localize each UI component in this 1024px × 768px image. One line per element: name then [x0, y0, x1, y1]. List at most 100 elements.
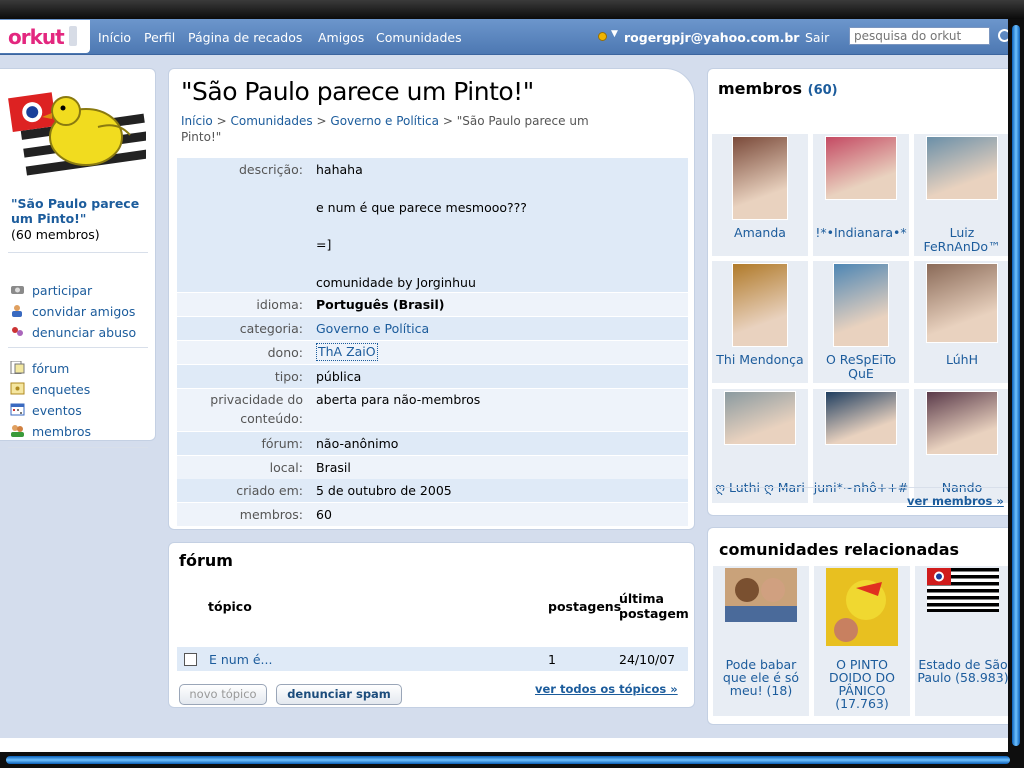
member-name: LúhH: [946, 352, 978, 367]
report-label: denunciar abuso: [32, 325, 137, 340]
related-community[interactable]: Pode babar que ele é só meu! (18): [713, 566, 809, 716]
nav-inicio[interactable]: Início: [98, 30, 131, 45]
description-line: hahaha: [316, 162, 363, 177]
community-picture[interactable]: [8, 81, 146, 185]
related-community[interactable]: O PINTO DOIDO DO PÂNICO (17.763): [814, 566, 910, 716]
description-line: e num é que parece mesmooo???: [316, 200, 527, 215]
see-members-link[interactable]: ver membros »: [907, 494, 1004, 508]
member-photo: [926, 391, 998, 455]
members-panel: membros (60) Amanda !*•Indianara•* Luiz Fe…: [707, 68, 1008, 516]
horizontal-scrollbar[interactable]: [0, 752, 1024, 768]
member-photo: [825, 391, 897, 445]
logo-text: orkut: [8, 25, 65, 49]
sidebar-item-events[interactable]: eventos: [10, 402, 150, 420]
polls-icon: [10, 382, 25, 395]
page-viewport: orkut Início Perfil Página de recados Am…: [0, 19, 1008, 752]
related-community[interactable]: Estado de São Paulo (58.983): [915, 566, 1008, 716]
description-line: =]: [316, 237, 332, 252]
scroll-thumb[interactable]: [6, 756, 1010, 764]
orkut-logo[interactable]: orkut: [0, 20, 90, 53]
info-row-language: idioma: Português (Brasil): [177, 293, 688, 316]
member-name: juni*~nhô++#: [813, 480, 909, 495]
col-posts: postagens: [548, 599, 622, 614]
sidebar-item-polls[interactable]: enquetes: [10, 381, 150, 399]
info-row-members: membros: 60: [177, 503, 688, 526]
table-row: E num é... 1 24/10/07: [177, 647, 688, 671]
member-tile[interactable]: !*•Indianara•*: [813, 134, 909, 256]
join-icon: [11, 286, 24, 294]
members-title: membros (60): [718, 79, 838, 98]
topic-checkbox[interactable]: [184, 653, 197, 666]
topic-posts: 1: [548, 652, 556, 667]
new-topic-button[interactable]: novo tópico: [179, 684, 267, 705]
topic-last-post: 24/10/07: [619, 652, 676, 667]
related-communities-panel: comunidades relacionadas Pode babar que …: [707, 527, 1008, 725]
see-all-topics-link[interactable]: ver todos os tópicos »: [535, 682, 678, 696]
community-name[interactable]: "São Paulo parece um Pinto!": [11, 196, 149, 226]
col-topic: tópico: [208, 599, 252, 614]
description-line: comunidade by Jorginhuu: [316, 275, 476, 290]
member-tile[interactable]: ღ Luthi ღ Mari: [712, 389, 808, 503]
scroll-thumb[interactable]: [1012, 25, 1020, 746]
community-info-panel: "São Paulo parece um Pinto!" Início > Co…: [168, 68, 695, 530]
info-row-owner: dono: ThA ZaiO: [177, 341, 688, 364]
info-key: idioma:: [256, 297, 303, 312]
member-tile[interactable]: Luiz FeRnAnDo™: [914, 134, 1008, 256]
member-tile[interactable]: Thi Mendonça: [712, 261, 808, 383]
search-icon[interactable]: [998, 29, 1008, 42]
calendar-icon: [10, 403, 25, 416]
member-name: Amanda: [734, 225, 786, 240]
member-tile[interactable]: juni*~nhô++#: [813, 389, 909, 503]
member-photo: [833, 263, 889, 347]
owner-link[interactable]: ThA ZaiO: [316, 343, 378, 361]
member-tile[interactable]: Nando: [914, 389, 1008, 503]
sidebar-item-members[interactable]: membros: [10, 423, 150, 441]
category-link[interactable]: Governo e Política: [316, 319, 429, 338]
search-input[interactable]: [849, 27, 990, 45]
report-spam-button[interactable]: denunciar spam: [276, 684, 402, 705]
sao-paulo-flag-icon: [927, 568, 999, 612]
info-key: fórum:: [261, 436, 304, 451]
nav-perfil[interactable]: Perfil: [144, 30, 175, 45]
nav-amigos[interactable]: Amigos: [318, 30, 364, 45]
invite-friends-action[interactable]: convidar amigos: [10, 303, 150, 321]
members-count: (60): [807, 83, 838, 98]
member-name: Luiz FeRnAnDo™: [923, 225, 1001, 254]
member-tile[interactable]: LúhH: [914, 261, 1008, 383]
breadcrumb-communities[interactable]: Comunidades: [230, 114, 312, 128]
info-key: descrição:: [238, 162, 303, 177]
member-tile[interactable]: O ReSpEiTo QuE: [813, 261, 909, 383]
report-abuse-action[interactable]: denunciar abuso: [10, 324, 150, 342]
nav-recados[interactable]: Página de recados: [188, 30, 302, 45]
divider: [714, 487, 1008, 488]
info-row-type: tipo: pública: [177, 365, 688, 388]
alert-icon[interactable]: [598, 32, 607, 41]
info-key: tipo:: [274, 369, 303, 384]
info-row-description: descrição: hahaha e num é que parece mes…: [177, 158, 688, 292]
breadcrumb-home[interactable]: Início: [181, 114, 213, 128]
member-tile[interactable]: Amanda: [712, 134, 808, 256]
logout-link[interactable]: Sair: [805, 30, 829, 45]
info-key: privacidade do conteúdo:: [210, 392, 303, 426]
vertical-scrollbar[interactable]: [1008, 19, 1024, 752]
member-photo: [926, 136, 998, 200]
join-label: participar: [32, 283, 93, 298]
info-value: pública: [316, 369, 362, 384]
topic-link[interactable]: E num é...: [209, 652, 272, 667]
join-action[interactable]: participar: [10, 282, 150, 300]
divider: [8, 252, 148, 253]
member-name: O ReSpEiTo QuE: [825, 352, 897, 381]
info-row-location: local: Brasil: [177, 456, 688, 479]
events-label: eventos: [32, 403, 82, 418]
user-email[interactable]: rogergpjr@yahoo.com.br: [624, 30, 799, 45]
col-last-post: última postagem: [619, 591, 689, 621]
chevron-down-icon[interactable]: ▼: [611, 29, 618, 39]
member-photo: [732, 263, 788, 347]
footer-strip: [0, 738, 1008, 752]
breadcrumb-category[interactable]: Governo e Política: [330, 114, 439, 128]
sidebar-item-forum[interactable]: fórum: [10, 360, 150, 378]
nav-comunidades[interactable]: Comunidades: [376, 30, 462, 45]
divider: [8, 447, 148, 448]
members-label: membros: [32, 424, 92, 439]
info-value: 5 de outubro de 2005: [316, 483, 452, 498]
